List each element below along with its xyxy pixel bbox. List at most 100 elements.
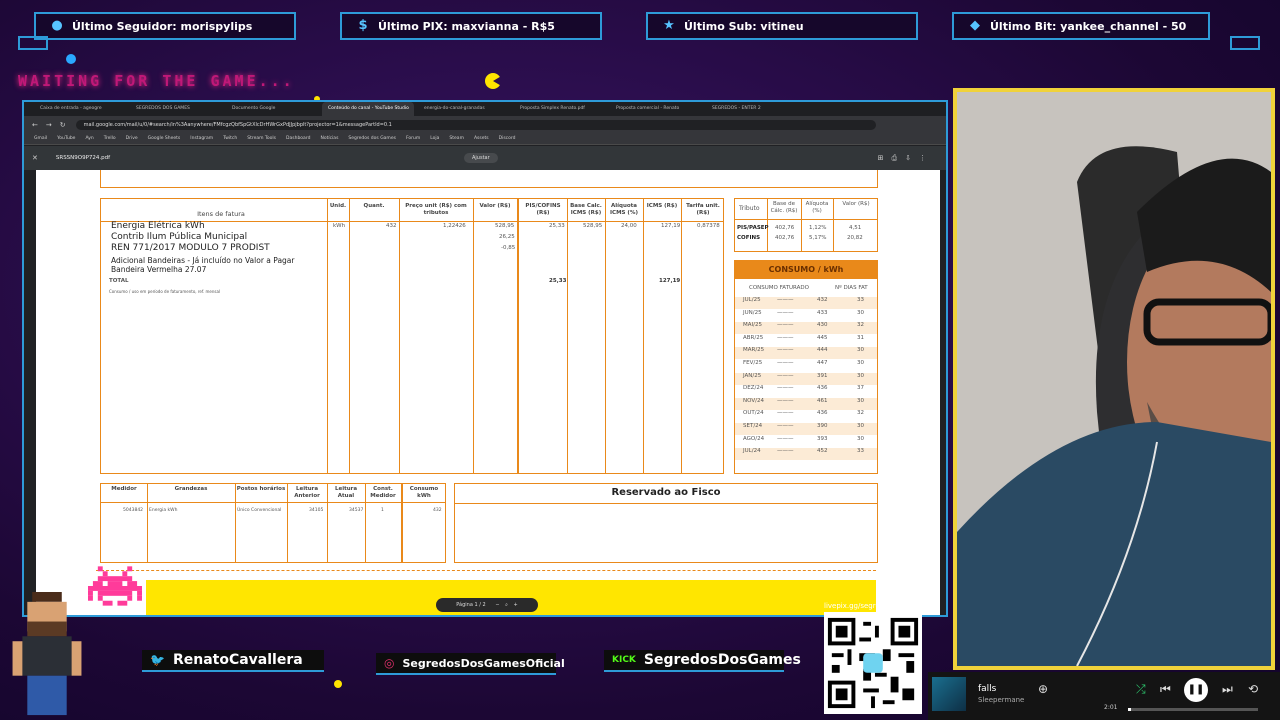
alert-sub: ★ Último Sub: vitineu	[646, 12, 918, 40]
back-icon[interactable]: ←	[32, 121, 38, 129]
browser-tab[interactable]: Proposta comercial - Renato	[610, 102, 702, 116]
consumo-bar-placeholder: ———	[777, 334, 794, 341]
song-title: falls	[978, 684, 997, 694]
repeat-icon[interactable]: ⟲	[1248, 682, 1258, 696]
browser-tab-active[interactable]: Conteúdo do canal - YouTube Studio	[322, 102, 414, 116]
bookmark[interactable]: Ayn	[85, 136, 93, 141]
bookmark[interactable]: Gmail	[34, 136, 47, 141]
consumo-bar-placeholder: ———	[777, 322, 794, 329]
consumo-days: 32	[857, 410, 864, 417]
consumo-title: CONSUMO / kWh	[735, 261, 877, 279]
bookmark[interactable]: Drive	[126, 136, 138, 141]
trib-h-valor: Valor (R$)	[842, 201, 870, 207]
bookmark[interactable]: Dashboard	[286, 136, 310, 141]
consumo-days: 31	[857, 334, 864, 341]
page-navigator[interactable]: Página 1 / 2 − ⌕ +	[436, 598, 538, 612]
instagram-icon: ◎	[384, 656, 395, 670]
progress-bar[interactable]	[1128, 708, 1258, 711]
next-icon[interactable]: ⏭	[1222, 682, 1233, 697]
streamer-silhouette	[957, 92, 1271, 666]
consumo-days: 30	[857, 360, 864, 366]
consumo-kwh: 452	[817, 448, 828, 455]
consumo-row: JAN/25 ——— 391 30	[735, 372, 877, 385]
med-h-consumo: Consumo kWh	[409, 486, 439, 499]
add-icon[interactable]: ⊕	[1038, 682, 1048, 696]
browser-window: Caixa de entrada - ageogre SEGREDOS DOS …	[22, 100, 948, 617]
reload-icon[interactable]: ↻	[60, 121, 66, 129]
cell-tarifa: 0,87378	[697, 223, 720, 229]
pdf-filename: SRSSN9O9P724.pdf	[55, 155, 111, 161]
items-header: Itens de fatura	[197, 210, 245, 218]
invoice-top-box	[100, 170, 878, 188]
forward-icon[interactable]: →	[46, 121, 52, 129]
alert-bit: ◆ Último Bit: yankee_channel - 50	[952, 12, 1210, 40]
col-unid: Unid.	[329, 203, 347, 209]
consumo-days: 32	[857, 322, 864, 329]
consumo-month: FEV/25	[743, 360, 763, 366]
bookmark[interactable]: Discord	[499, 136, 516, 141]
instagram-handle[interactable]: ◎ SegredosDosGamesOficial	[376, 653, 565, 675]
total-icms: 127,19	[659, 278, 681, 284]
shuffle-icon[interactable]: ⤮	[1136, 682, 1146, 697]
item-energia: Energia Elétrica kWh	[111, 221, 205, 231]
previous-icon[interactable]: ⏮	[1160, 682, 1171, 697]
alert-bit-text: Último Bit: yankee_channel - 50	[990, 19, 1187, 33]
consumo-bar-placeholder: ———	[777, 360, 794, 366]
cell-quant: 432	[386, 223, 397, 229]
consumo-row: FEV/25 ——— 447 30	[735, 360, 877, 372]
col-pis: PIS/COFINS (R$)	[525, 203, 561, 216]
bookmark[interactable]: Assets	[474, 136, 489, 141]
url-input[interactable]: mail.google.com/mail/u/0/#search/in%3Aan…	[75, 119, 876, 130]
search-icon[interactable]: ⌕	[505, 602, 508, 608]
livepix-qr-code[interactable]	[824, 612, 922, 714]
zoom-select[interactable]: Ajustar	[464, 153, 498, 163]
col-preco: Preço unit (R$) com tributos	[405, 203, 467, 216]
close-icon[interactable]: ✕	[32, 154, 38, 162]
med-postos: Único Convencional	[237, 508, 282, 513]
bookmark[interactable]: Stream Tools	[247, 136, 276, 141]
browser-tab[interactable]: SEGREDOS - ENTER 2	[706, 102, 798, 116]
bookmark[interactable]: YouTube	[57, 136, 75, 141]
col-base: Base Calc. ICMS (R$)	[570, 203, 602, 216]
pdf-toolbar: ✕ SRSSN9O9P724.pdf Ajustar ⊞⎙⇩⋮	[24, 146, 946, 170]
consumo-col1: CONSUMO FATURADO	[749, 285, 809, 291]
browser-tab[interactable]: Documento Google	[226, 102, 318, 116]
tributos-table: Tributo Base de Cálc. (R$) Alíquota (%) …	[734, 198, 878, 252]
kick-handle[interactable]: KICK SegredosDosGames	[604, 650, 801, 672]
med-const: 1	[381, 508, 384, 513]
pause-button[interactable]: ❚❚	[1184, 678, 1208, 702]
bookmark[interactable]: Instagram	[190, 136, 213, 141]
item-contrib: Contrib Ilum Pública Municipal	[111, 232, 248, 242]
consumo-bar-placeholder: ———	[777, 435, 794, 442]
alert-follower: ● Último Seguidor: morispylips	[34, 12, 296, 40]
consumo-bar-placeholder: ———	[777, 297, 794, 303]
zoom-out-icon[interactable]: −	[495, 602, 499, 608]
med-h-medidor: Medidor	[111, 486, 137, 492]
med-grandeza: Energia kWh	[149, 508, 178, 513]
bookmark[interactable]: Forum	[406, 136, 420, 141]
consumo-kwh: 461	[817, 397, 828, 404]
consumo-row: OUT/24 ——— 436 32	[735, 410, 877, 422]
browser-tab[interactable]: Proposta Simplex Renato.pdf	[514, 102, 606, 116]
twitter-icon: 🐦	[150, 653, 165, 667]
kick-icon: KICK	[612, 655, 636, 665]
consumo-row: AGO/24 ——— 393 30	[735, 436, 877, 448]
bookmark[interactable]: Google Sheets	[148, 136, 181, 141]
consumo-row: NOV/24 ——— 461 30	[735, 397, 877, 410]
bookmark[interactable]: Segredos dos Games	[348, 136, 396, 141]
pdf-tools-icons[interactable]: ⊞⎙⇩⋮	[878, 154, 934, 163]
browser-tab[interactable]: SEGREDOS DOS GAMES	[130, 102, 222, 116]
zoom-in-icon[interactable]: +	[514, 602, 518, 608]
cell-valor1: 528,95	[495, 223, 515, 229]
bookmark[interactable]: Twitch	[223, 136, 237, 141]
pellet-decoration	[334, 680, 342, 688]
twitter-handle[interactable]: 🐦 RenatoCavallera	[142, 650, 324, 672]
bookmark[interactable]: Trello	[104, 136, 116, 141]
frame-corner-left	[18, 36, 48, 50]
bookmark[interactable]: Loja	[430, 136, 439, 141]
bookmark[interactable]: Notícias	[320, 136, 338, 141]
bookmark[interactable]: Steam	[449, 136, 464, 141]
album-art	[932, 677, 966, 711]
browser-tab[interactable]: Caixa de entrada - ageogre	[34, 102, 126, 116]
browser-tab[interactable]: energia-do-canal-granadas	[418, 102, 510, 116]
